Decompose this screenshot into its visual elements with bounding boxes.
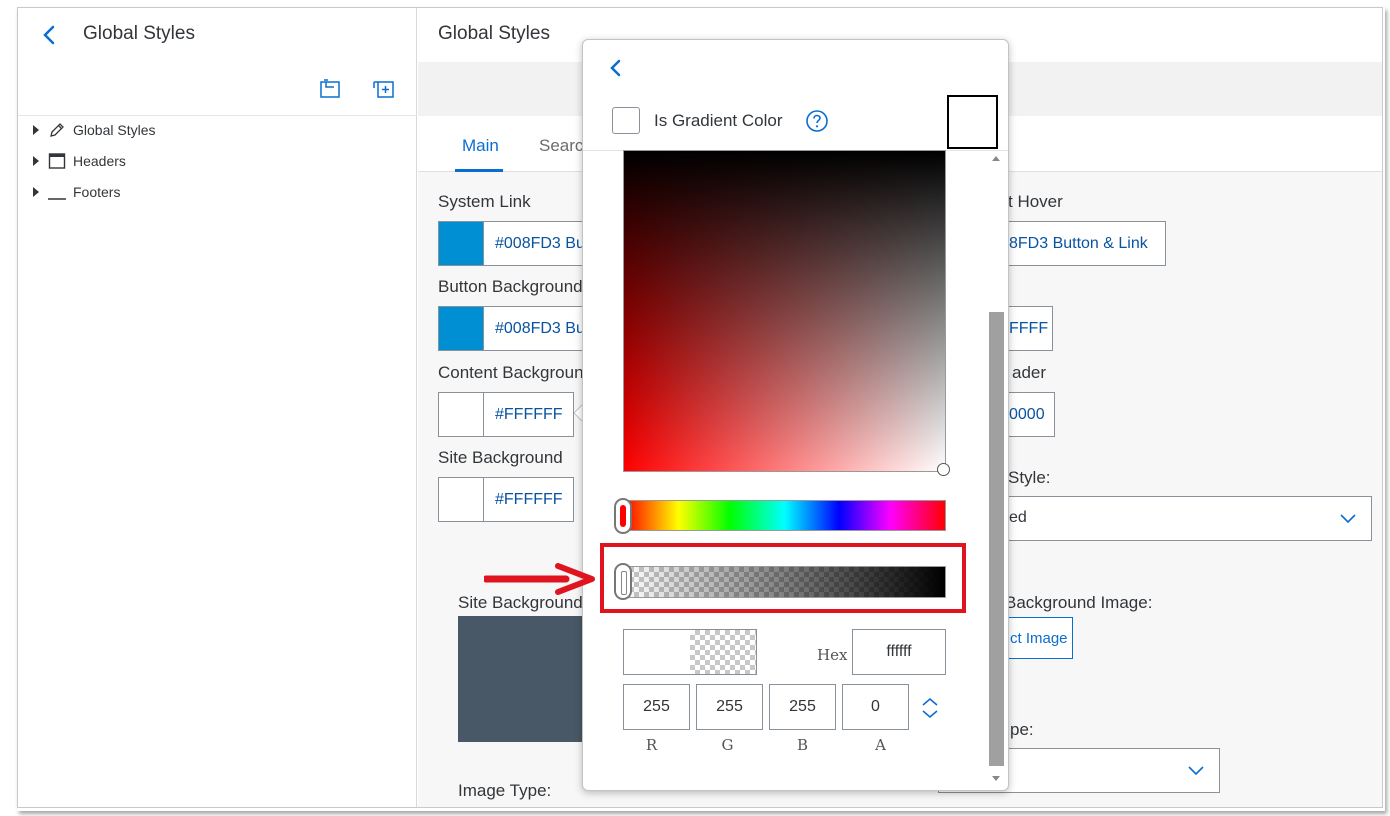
green-label: G	[721, 736, 734, 754]
color-value: #008FD3 Bu	[495, 319, 585, 337]
saturation-value-handle[interactable]	[937, 463, 950, 476]
style-select-value: ed	[1009, 509, 1027, 526]
red-label: R	[645, 736, 658, 754]
mode-toggle-icon[interactable]	[919, 695, 941, 721]
new-color-sample	[690, 630, 756, 674]
expand-caret-icon[interactable]	[33, 187, 39, 197]
gradient-label: Is Gradient Color	[654, 111, 783, 130]
left-panel-title: Global Styles	[83, 23, 195, 44]
header-window-icon	[48, 153, 66, 169]
tree-item-headers[interactable]: Headers	[33, 150, 126, 172]
tree-item-footers[interactable]: Footers	[33, 181, 120, 203]
site-background-preview	[458, 616, 598, 742]
expand-all-icon[interactable]	[373, 78, 395, 100]
blue-input[interactable]: 255	[769, 684, 836, 730]
content-background-color-field[interactable]: #FFFFFF	[438, 392, 574, 437]
expand-caret-icon[interactable]	[33, 125, 39, 135]
color-swatch[interactable]	[439, 393, 484, 436]
scroll-up-arrow-icon[interactable]	[992, 156, 1000, 161]
tree-item-label: Global Styles	[73, 122, 156, 138]
content-background-label: Content Backgroun	[438, 363, 584, 382]
help-icon[interactable]	[805, 109, 829, 133]
hue-slider[interactable]	[623, 500, 946, 531]
color-swatch[interactable]	[439, 478, 484, 521]
button-background-color-field[interactable]: #008FD3 Bu	[438, 306, 598, 351]
style-select[interactable]: ed	[958, 496, 1372, 541]
left-panel-divider	[18, 115, 417, 116]
chevron-down-icon[interactable]	[1187, 761, 1205, 779]
color-preview-swatch	[947, 95, 998, 149]
site-background-image-label: Site Background	[458, 593, 583, 612]
color-swatch[interactable]	[439, 307, 484, 350]
color-comparison	[623, 629, 757, 675]
image-type-label: Image Type:	[458, 781, 552, 800]
hex-input[interactable]: ffffff	[852, 629, 946, 675]
red-input[interactable]: 255	[623, 684, 690, 730]
annotation-highlight-box	[600, 543, 966, 613]
tab-main[interactable]: Main	[462, 136, 499, 156]
chevron-down-icon[interactable]	[1339, 509, 1357, 527]
left-panel-header: Global Styles	[18, 8, 417, 62]
color-picker-popover: Is Gradient Color Hex ffffff 255 255 255…	[582, 39, 1009, 791]
tree-item-global-styles[interactable]: Global Styles	[33, 119, 155, 141]
hue-slider-handle[interactable]	[614, 498, 632, 534]
gradient-checkbox[interactable]	[612, 107, 640, 134]
color-swatch[interactable]	[439, 222, 484, 265]
left-panel: Global Styles Global Styles Headers Foot…	[18, 8, 417, 807]
header-label: ader	[1012, 363, 1047, 382]
back-arrow-icon[interactable]	[40, 24, 60, 46]
expand-caret-icon[interactable]	[33, 156, 39, 166]
hex-label: Hex	[817, 646, 848, 664]
blue-label: B	[796, 736, 809, 754]
green-input[interactable]: 255	[696, 684, 763, 730]
color-value: #008FD3 Bu	[495, 234, 585, 252]
back-arrow-icon[interactable]	[607, 57, 625, 79]
tab-search[interactable]: Searc	[539, 136, 583, 156]
alpha-input[interactable]: 0	[842, 684, 909, 730]
site-background-color-field[interactable]: #FFFFFF	[438, 477, 574, 522]
current-color-sample	[624, 630, 690, 674]
type-label: pe:	[1010, 720, 1034, 739]
footer-line-icon	[48, 198, 66, 200]
active-tab-indicator	[455, 169, 503, 172]
annotation-arrow-icon	[484, 563, 595, 595]
hover-label: t Hover	[1008, 192, 1063, 211]
scroll-down-arrow-icon[interactable]	[992, 776, 1000, 781]
tree-item-label: Headers	[73, 153, 126, 169]
collapse-all-icon[interactable]	[319, 78, 341, 100]
right-panel-title: Global Styles	[438, 23, 550, 44]
color-value: #FFFFFF	[495, 405, 563, 423]
button-background-label: Button Background	[438, 277, 583, 296]
alpha-label: A	[875, 736, 886, 754]
tree-item-label: Footers	[73, 184, 121, 200]
saturation-value-canvas[interactable]	[623, 150, 946, 472]
style-label: Style:	[1008, 468, 1051, 487]
popover-scrollbar-thumb[interactable]	[989, 312, 1004, 766]
system-link-label: System Link	[438, 192, 531, 211]
pencil-icon	[50, 123, 64, 137]
color-value: #FFFFFF	[495, 490, 563, 508]
site-background-label: Site Background	[438, 448, 563, 467]
background-image-label: Background Image:	[1005, 593, 1153, 612]
system-link-color-field[interactable]: #008FD3 Bu	[438, 221, 598, 266]
